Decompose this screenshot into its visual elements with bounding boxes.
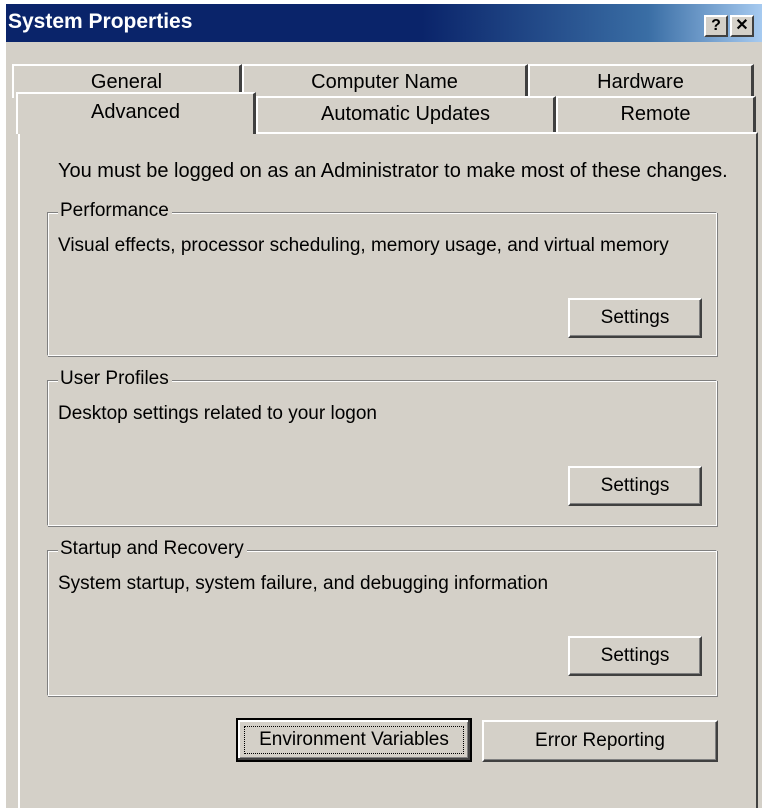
performance-settings-button[interactable]: Settings: [568, 298, 702, 338]
close-icon: ✕: [735, 17, 749, 34]
title-bar[interactable]: System Properties ? ✕: [6, 4, 762, 42]
tab-label: Computer Name: [311, 71, 458, 93]
tab-label: Automatic Updates: [321, 103, 490, 125]
group-label: Performance: [58, 200, 172, 222]
group-description: Visual effects, processor scheduling, me…: [58, 235, 669, 256]
button-label: Settings: [600, 645, 670, 666]
group-description: System startup, system failure, and debu…: [58, 573, 549, 594]
admin-notice: You must be logged on as an Administrato…: [58, 160, 728, 182]
system-properties-window: System Properties ? ✕ General Computer N…: [6, 4, 762, 808]
button-label: Settings: [600, 475, 670, 496]
button-label: Environment Variables: [259, 729, 449, 750]
close-button[interactable]: ✕: [730, 15, 754, 37]
user-profiles-settings-button[interactable]: Settings: [568, 466, 702, 506]
tab-advanced[interactable]: Advanced: [16, 92, 256, 134]
group-label: Startup and Recovery: [58, 538, 247, 560]
group-description: Desktop settings related to your logon: [58, 403, 377, 424]
error-reporting-button[interactable]: Error Reporting: [482, 720, 718, 762]
environment-variables-button[interactable]: Environment Variables: [236, 718, 472, 762]
tab-label: General: [90, 71, 163, 93]
tab-automatic-updates[interactable]: Automatic Updates: [256, 96, 556, 132]
tab-label: Hardware: [597, 71, 684, 93]
tab-hardware[interactable]: Hardware: [528, 64, 754, 98]
window-title: System Properties: [8, 10, 193, 33]
button-label: Error Reporting: [535, 730, 665, 751]
tab-computer-name[interactable]: Computer Name: [242, 64, 528, 98]
help-icon: ?: [711, 17, 721, 34]
startup-recovery-settings-button[interactable]: Settings: [568, 636, 702, 676]
tab-label: Advanced: [91, 101, 180, 123]
tab-label: Remote: [620, 103, 691, 125]
help-button[interactable]: ?: [704, 15, 728, 37]
button-label: Settings: [600, 307, 670, 328]
tab-remote[interactable]: Remote: [556, 96, 756, 132]
group-label: User Profiles: [58, 368, 172, 390]
